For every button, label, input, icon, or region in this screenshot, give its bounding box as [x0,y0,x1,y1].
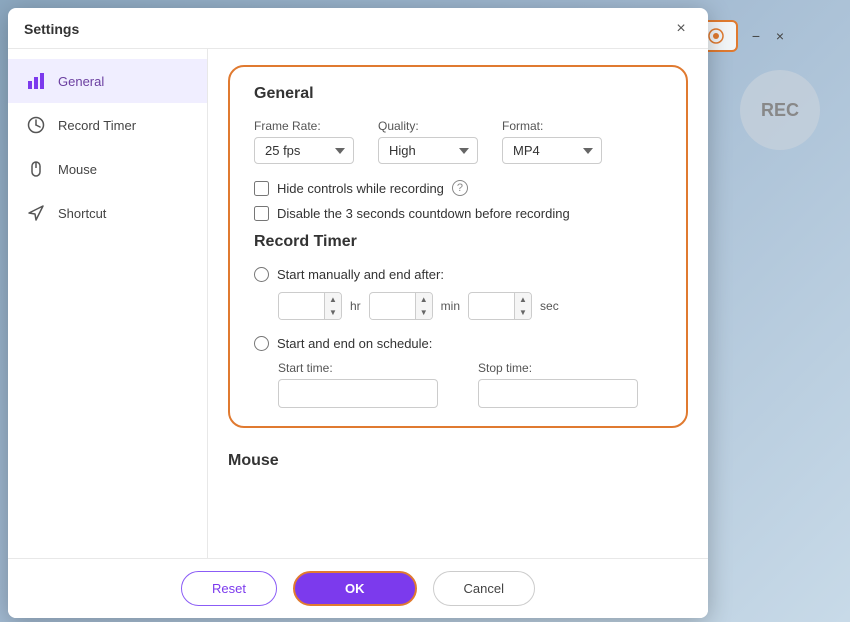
rec-widget-controls: − × [746,26,790,46]
hr-spinner-buttons: ▲ ▼ [324,293,341,319]
sec-up-button[interactable]: ▲ [515,293,531,306]
dialog-title-bar: Settings × [8,8,708,49]
sidebar-item-mouse[interactable]: Mouse [8,147,207,191]
dialog-footer: Reset OK Cancel [8,558,708,618]
dialog-body: General Record Timer [8,49,708,558]
sidebar-item-record-timer[interactable]: Record Timer [8,103,207,147]
dialog-close-button[interactable]: × [670,18,692,40]
min-spinner-buttons: ▲ ▼ [415,293,432,319]
rec-widget: − × [694,20,790,52]
sec-input[interactable]: 0 [469,294,514,319]
sidebar-item-shortcut[interactable]: Shortcut [8,191,207,235]
rec-minimize-button[interactable]: − [746,26,766,46]
ok-button[interactable]: OK [293,571,417,606]
schedule-radio[interactable] [254,336,269,351]
sec-spinner-buttons: ▲ ▼ [514,293,531,319]
hr-unit-label: hr [350,299,361,313]
start-manually-row: Start manually and end after: [254,267,662,282]
cancel-button[interactable]: Cancel [433,571,535,606]
dialog-title: Settings [24,21,79,37]
frame-rate-select[interactable]: 25 fps 30 fps 60 fps [254,137,354,164]
format-select[interactable]: MP4 AVI MOV [502,137,602,164]
stop-time-label: Stop time: [478,361,638,375]
sidebar-item-record-timer-label: Record Timer [58,118,136,133]
frame-rate-group: Frame Rate: 25 fps 30 fps 60 fps [254,119,354,164]
min-up-button[interactable]: ▲ [416,293,432,306]
bar-chart-icon [26,71,46,91]
start-manually-radio[interactable] [254,267,269,282]
reset-button[interactable]: Reset [181,571,277,606]
schedule-label: Start and end on schedule: [277,336,432,351]
format-label: Format: [502,119,602,133]
disable-countdown-label: Disable the 3 seconds countdown before r… [277,206,570,221]
clock-icon [26,115,46,135]
hr-down-button[interactable]: ▼ [325,306,341,319]
sidebar-item-general-label: General [58,74,104,89]
settings-section-box: General Frame Rate: 25 fps 30 fps 60 fps… [228,65,688,428]
hr-spinner: 1 ▲ ▼ [278,292,342,320]
record-timer-title: Record Timer [254,233,662,251]
start-time-group: Start time: 06/22/2022 16:57:26 [278,361,438,408]
sec-unit-label: sec [540,299,559,313]
mouse-section-label: Mouse [228,444,688,474]
start-time-label: Start time: [278,361,438,375]
quality-select[interactable]: High Medium Low [378,137,478,164]
start-manually-label: Start manually and end after: [277,267,444,282]
rec-circle[interactable]: REC [740,70,820,150]
general-section-title: General [254,85,662,103]
min-down-button[interactable]: ▼ [416,306,432,319]
min-unit-label: min [441,299,460,313]
timer-inputs-row: 1 ▲ ▼ hr 0 ▲ ▼ [278,292,662,320]
hide-controls-row: Hide controls while recording ? [254,180,662,196]
sidebar: General Record Timer [8,49,208,558]
disable-countdown-checkbox[interactable] [254,206,269,221]
rec-text: REC [761,100,799,121]
mouse-icon [26,159,46,179]
sec-spinner: 0 ▲ ▼ [468,292,532,320]
sidebar-item-general[interactable]: General [8,59,207,103]
quality-group: Quality: High Medium Low [378,119,478,164]
quality-label: Quality: [378,119,478,133]
send-icon [26,203,46,223]
quality-settings-row: Frame Rate: 25 fps 30 fps 60 fps Quality… [254,119,662,164]
sec-down-button[interactable]: ▼ [515,306,531,319]
hide-controls-label: Hide controls while recording [277,181,444,196]
schedule-row: Start and end on schedule: [254,336,662,351]
hr-input[interactable]: 1 [279,294,324,319]
min-spinner: 0 ▲ ▼ [369,292,433,320]
hr-up-button[interactable]: ▲ [325,293,341,306]
record-timer-section: Record Timer Start manually and end afte… [254,233,662,408]
sidebar-item-shortcut-label: Shortcut [58,206,106,221]
schedule-time-row: Start time: 06/22/2022 16:57:26 Stop tim… [278,361,662,408]
settings-dialog: Settings × General [8,8,708,618]
min-input[interactable]: 0 [370,294,415,319]
frame-rate-label: Frame Rate: [254,119,354,133]
disable-countdown-row: Disable the 3 seconds countdown before r… [254,206,662,221]
hide-controls-checkbox[interactable] [254,181,269,196]
stop-time-group: Stop time: 06/22/2022 17:57:26 [478,361,638,408]
main-content: General Frame Rate: 25 fps 30 fps 60 fps… [208,49,708,558]
start-time-input[interactable]: 06/22/2022 16:57:26 [278,379,438,408]
help-icon[interactable]: ? [452,180,468,196]
rec-close-button[interactable]: × [770,26,790,46]
format-group: Format: MP4 AVI MOV [502,119,602,164]
stop-time-input[interactable]: 06/22/2022 17:57:26 [478,379,638,408]
sidebar-item-mouse-label: Mouse [58,162,97,177]
